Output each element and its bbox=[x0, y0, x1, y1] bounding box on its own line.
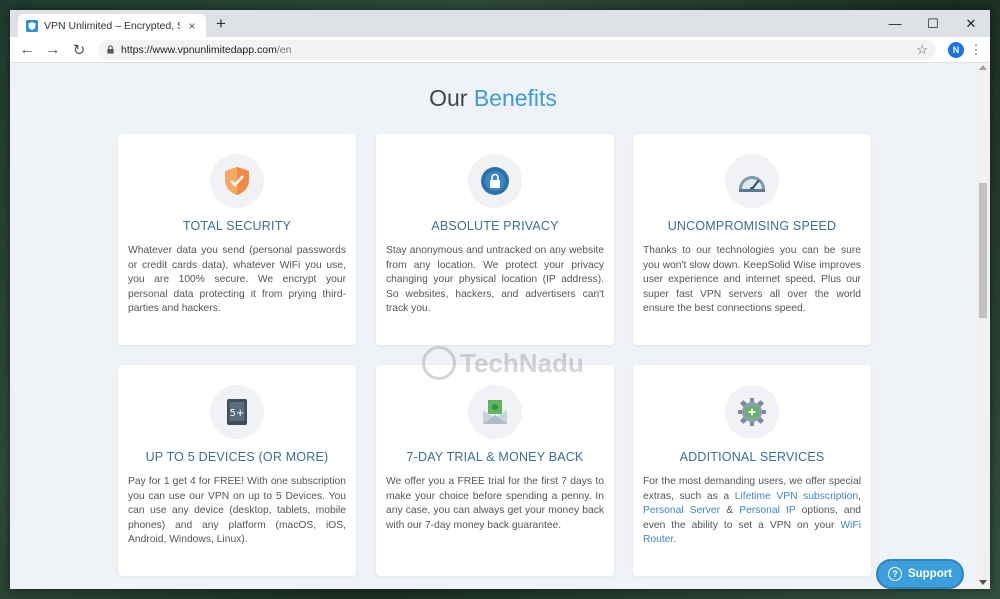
back-button[interactable]: ← bbox=[16, 39, 38, 61]
shield-favicon-icon bbox=[26, 19, 38, 32]
personal-server-link[interactable]: Personal Server bbox=[643, 505, 720, 516]
browser-toolbar: ← → ↻ https://www.vpnunlimitedapp.com/en… bbox=[10, 37, 990, 63]
benefit-card-services: ADDITIONAL SERVICES For the most demandi… bbox=[633, 365, 871, 576]
benefit-card-trial: 7-DAY TRIAL & MONEY BACK We offer you a … bbox=[376, 365, 614, 576]
benefit-card-privacy: ABSOLUTE PRIVACY Stay anonymous and untr… bbox=[376, 134, 614, 345]
page-scrollbar[interactable] bbox=[976, 63, 990, 589]
personal-ip-link[interactable]: Personal IP bbox=[739, 505, 795, 516]
new-tab-button[interactable]: + bbox=[212, 15, 230, 33]
text-segment: & bbox=[720, 505, 740, 517]
forward-button[interactable]: → bbox=[42, 39, 64, 61]
support-label: Support bbox=[907, 568, 953, 580]
url-text: https://www.vpnunlimitedapp.com/en bbox=[121, 44, 910, 56]
url-path: /en bbox=[276, 43, 292, 56]
maximize-button[interactable]: ☐ bbox=[914, 10, 952, 37]
benefit-card-security: TOTAL SECURITY Whatever data you send (p… bbox=[118, 134, 356, 345]
scroll-thumb[interactable] bbox=[979, 183, 987, 318]
scroll-down-icon[interactable] bbox=[979, 580, 987, 585]
lifetime-vpn-link[interactable]: Lifetime VPN subscription bbox=[735, 491, 858, 502]
url-host: https://www.vpnunlimitedapp.com bbox=[121, 43, 277, 56]
gear-plus-icon bbox=[725, 385, 779, 439]
tab-title: VPN Unlimited – Encrypted, Secu bbox=[44, 19, 180, 32]
page-content: Our Benefits TOTAL SECURITY Whatever dat… bbox=[10, 63, 976, 589]
support-button[interactable]: ? Support bbox=[876, 559, 964, 589]
card-text: For the most demanding users, we offer s… bbox=[643, 475, 861, 548]
benefit-card-devices: 5+ UP TO 5 DEVICES (OR MORE) Pay for 1 g… bbox=[118, 365, 356, 576]
card-text: Pay for 1 get 4 for FREE! With one subsc… bbox=[128, 476, 346, 546]
speedometer-icon bbox=[725, 154, 779, 208]
scroll-up-icon[interactable] bbox=[979, 65, 987, 70]
card-text: Stay anonymous and untracked on any webs… bbox=[386, 245, 604, 315]
close-window-button[interactable]: ✕ bbox=[952, 10, 990, 37]
card-title: ADDITIONAL SERVICES bbox=[679, 450, 825, 464]
benefit-card-speed: UNCOMPROMISING SPEED Thanks to our techn… bbox=[633, 134, 871, 345]
device-badge: 5+ bbox=[230, 408, 245, 419]
card-text: We offer you a FREE trial for the first … bbox=[386, 476, 604, 531]
heading-accent: Benefits bbox=[473, 85, 557, 111]
text-segment: . bbox=[673, 534, 677, 546]
profile-avatar[interactable]: N bbox=[948, 41, 964, 58]
tab-strip: VPN Unlimited – Encrypted, Secu × + — ☐ … bbox=[10, 10, 990, 37]
card-title: 7-DAY TRIAL & MONEY BACK bbox=[406, 450, 584, 464]
page-title: Our Benefits bbox=[10, 85, 976, 112]
card-text: Thanks to our technologies you can be su… bbox=[643, 245, 861, 315]
lock-icon bbox=[106, 45, 115, 54]
browser-menu-icon[interactable]: ⋮ bbox=[968, 42, 984, 58]
bookmark-star-icon[interactable]: ☆ bbox=[916, 42, 928, 58]
privacy-lock-icon bbox=[468, 154, 522, 208]
security-shield-icon bbox=[210, 154, 264, 208]
reload-button[interactable]: ↻ bbox=[68, 39, 90, 61]
question-icon: ? bbox=[887, 567, 902, 581]
devices-icon: 5+ bbox=[210, 385, 264, 439]
tab-close-icon[interactable]: × bbox=[186, 19, 198, 33]
card-title: TOTAL SECURITY bbox=[182, 219, 292, 233]
card-text: Whatever data you send (personal passwor… bbox=[128, 245, 346, 315]
money-envelope-icon bbox=[468, 385, 522, 439]
window-controls: — ☐ ✕ bbox=[876, 10, 990, 37]
address-bar[interactable]: https://www.vpnunlimitedapp.com/en ☆ bbox=[98, 39, 936, 60]
text-segment: , bbox=[858, 490, 861, 502]
browser-window: VPN Unlimited – Encrypted, Secu × + — ☐ … bbox=[10, 10, 990, 589]
heading-prefix: Our bbox=[429, 85, 474, 111]
card-title: ABSOLUTE PRIVACY bbox=[431, 219, 559, 233]
minimize-button[interactable]: — bbox=[876, 10, 914, 37]
browser-tab[interactable]: VPN Unlimited – Encrypted, Secu × bbox=[18, 14, 206, 37]
card-title: UP TO 5 DEVICES (OR MORE) bbox=[145, 450, 329, 464]
card-title: UNCOMPROMISING SPEED bbox=[667, 219, 837, 233]
